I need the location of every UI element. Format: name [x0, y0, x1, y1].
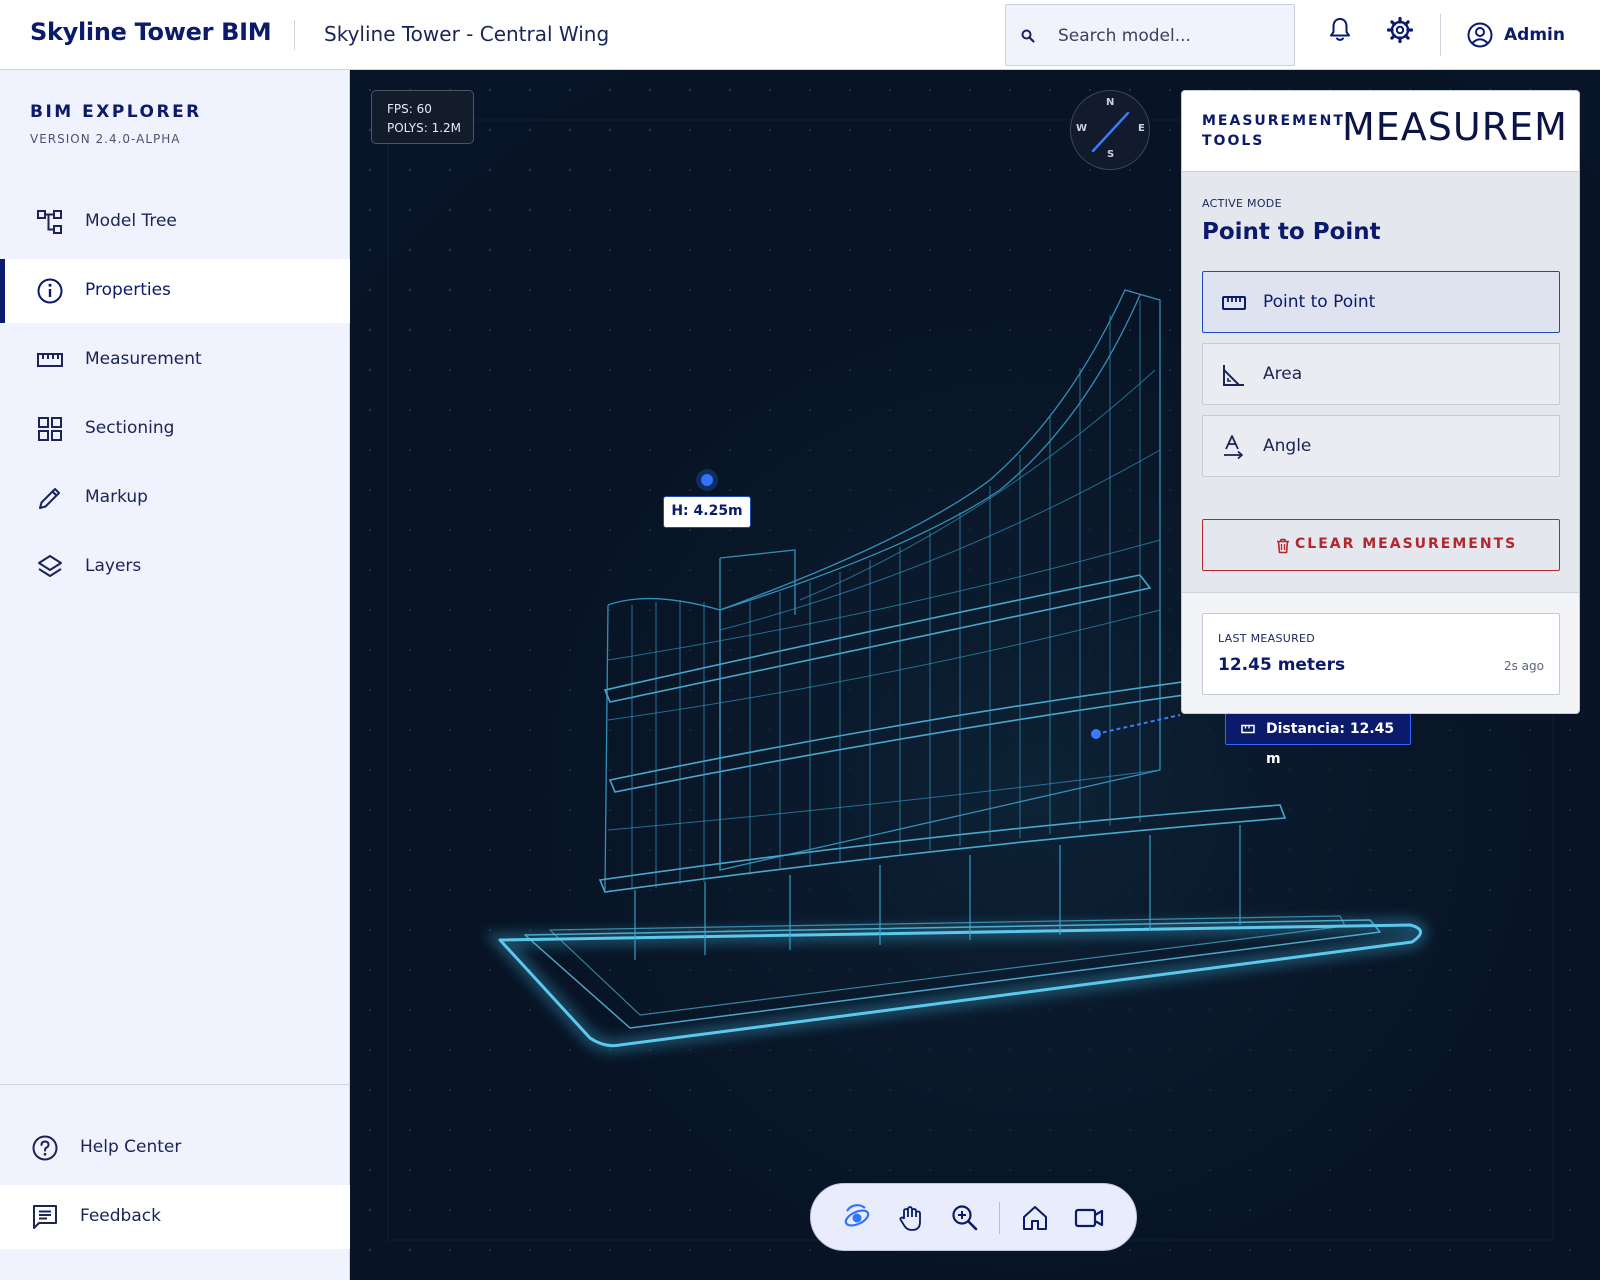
ruler-icon	[1241, 724, 1255, 734]
header-divider	[294, 20, 295, 50]
orbit-icon[interactable]	[841, 1202, 873, 1234]
ruler-icon	[1222, 296, 1246, 310]
poly-readout: POLYS: 1.2M	[387, 121, 462, 135]
bell-icon[interactable]	[1325, 15, 1355, 45]
sidebar-version: VERSION 2.4.0-ALPHA	[30, 132, 181, 146]
sidebar-item-help-center[interactable]: Help Center	[0, 1116, 350, 1180]
grid-icon	[38, 417, 62, 441]
distance-measurement-label[interactable]: Distancia: 12.45 m	[1225, 713, 1411, 767]
user-name: Admin	[1504, 25, 1565, 45]
sidebar-item-label: Layers	[85, 556, 142, 576]
sidebar-item-label: Properties	[85, 280, 171, 300]
panel-footer: LAST MEASURED 12.45 meters 2s ago	[1182, 593, 1579, 713]
sidebar-title: BIM EXPLORER	[30, 102, 202, 122]
render-stats: FPS: 60 POLYS: 1.2M	[371, 90, 474, 144]
clear-measurements-button[interactable]: CLEAR MEASUREMENTS	[1202, 519, 1560, 571]
tool-label: Angle	[1263, 436, 1312, 456]
point-to-point-button[interactable]: Point to Point	[1202, 271, 1560, 333]
compass-needle-icon	[1091, 111, 1130, 153]
pan-icon[interactable]	[895, 1202, 927, 1234]
angle-icon	[1224, 435, 1243, 460]
search-box[interactable]	[1005, 4, 1295, 66]
panel-header-overflow-text: MEASUREM	[1342, 105, 1568, 149]
header-divider	[1440, 14, 1441, 56]
zoom-in-icon[interactable]	[949, 1202, 981, 1234]
compass-widget[interactable]: N S E W	[1070, 90, 1150, 170]
sidebar-item-label: Help Center	[80, 1137, 182, 1157]
panel-title: MEASUREMENT TOOLS	[1202, 113, 1345, 149]
trash-icon	[1277, 538, 1289, 554]
feedback-icon	[33, 1205, 57, 1229]
top-bar: Skyline Tower BIM Skyline Tower - Centra…	[0, 0, 1600, 70]
height-measurement-label[interactable]: H: 4.25m	[663, 496, 751, 528]
sidebar-item-sectioning[interactable]: Sectioning	[0, 397, 350, 461]
project-name: Skyline Tower - Central Wing	[324, 22, 610, 46]
info-icon	[37, 278, 63, 304]
sidebar-item-markup[interactable]: Markup	[0, 466, 350, 530]
tree-icon	[37, 210, 62, 234]
sidebar: BIM EXPLORER VERSION 2.4.0-ALPHA Model T…	[0, 70, 350, 1280]
layers-icon	[38, 555, 62, 577]
sidebar-item-label: Sectioning	[85, 418, 175, 438]
clear-measurements-label: CLEAR MEASUREMENTS	[1295, 536, 1518, 552]
toolbar-divider	[999, 1202, 1000, 1234]
active-mode-caption: ACTIVE MODE	[1202, 197, 1282, 210]
user-menu[interactable]: Admin	[1466, 20, 1565, 50]
gear-icon[interactable]	[1385, 15, 1415, 45]
tool-label: Area	[1263, 364, 1303, 384]
sidebar-item-feedback[interactable]: Feedback	[0, 1185, 350, 1249]
area-icon	[1223, 365, 1244, 386]
last-measured-card: LAST MEASURED 12.45 meters 2s ago	[1202, 613, 1560, 695]
search-icon	[1021, 29, 1035, 43]
app-title: Skyline Tower BIM	[30, 18, 272, 46]
fps-readout: FPS: 60	[387, 102, 432, 116]
measurement-tools-panel: MEASUREMENT TOOLS MEASUREM ACTIVE MODE P…	[1181, 90, 1580, 714]
sidebar-item-label: Markup	[85, 487, 148, 507]
pencil-icon	[39, 488, 60, 509]
camera-icon[interactable]	[1073, 1202, 1105, 1234]
home-icon[interactable]	[1019, 1202, 1051, 1234]
navigation-toolbar	[810, 1183, 1137, 1251]
user-avatar-icon	[1467, 22, 1493, 48]
sidebar-divider	[0, 1084, 350, 1085]
sidebar-item-label: Measurement	[85, 349, 202, 369]
sidebar-item-label: Feedback	[80, 1206, 161, 1226]
last-measured-time: 2s ago	[1503, 659, 1544, 673]
sidebar-item-properties[interactable]: Properties	[0, 259, 350, 323]
tool-label: Point to Point	[1263, 292, 1376, 312]
last-measured-caption: LAST MEASURED	[1218, 632, 1316, 645]
sidebar-item-measurement[interactable]: Measurement	[0, 328, 350, 392]
sidebar-item-layers[interactable]: Layers	[0, 535, 350, 599]
area-button[interactable]: Area	[1202, 343, 1560, 405]
help-icon	[32, 1135, 58, 1161]
sidebar-item-model-tree[interactable]: Model Tree	[0, 190, 350, 254]
angle-button[interactable]: Angle	[1202, 415, 1560, 477]
ruler-icon	[37, 353, 63, 367]
last-measured-value: 12.45 meters	[1218, 655, 1346, 675]
search-input[interactable]	[1058, 21, 1283, 51]
panel-header: MEASUREMENT TOOLS MEASUREM	[1182, 91, 1579, 172]
active-mode-value: Point to Point	[1202, 219, 1381, 245]
sidebar-item-label: Model Tree	[85, 211, 177, 231]
